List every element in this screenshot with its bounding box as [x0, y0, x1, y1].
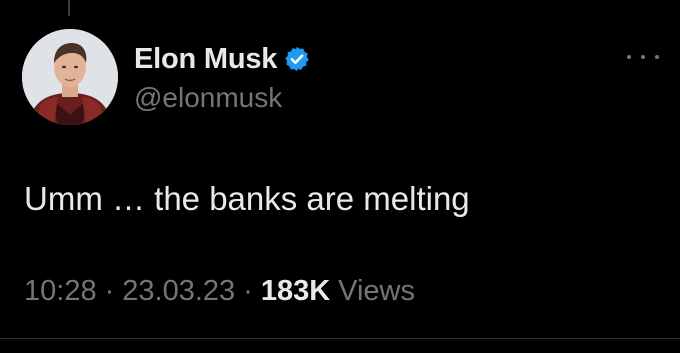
meta-separator: ·	[104, 275, 115, 307]
more-options-icon[interactable]	[627, 50, 659, 64]
author-display-name[interactable]: Elon Musk	[134, 43, 277, 76]
views-count[interactable]: 183K	[261, 275, 330, 308]
author-name-row: Elon Musk	[134, 40, 311, 78]
more-dot	[641, 55, 645, 59]
meta-separator: ·	[243, 275, 253, 307]
avatar-photo	[22, 29, 118, 125]
divider	[0, 338, 680, 339]
tweet-time[interactable]: 10:28	[24, 275, 97, 308]
views-label[interactable]: Views	[338, 275, 415, 308]
more-dot	[627, 55, 631, 59]
verified-badge-icon[interactable]	[283, 45, 311, 73]
tweet-date[interactable]: 23.03.23	[122, 275, 235, 308]
tweet-meta: 10:28 · 23.03.23 · 183K Views	[24, 275, 415, 308]
thread-connector-line	[68, 0, 70, 16]
more-dot	[655, 55, 659, 59]
avatar[interactable]	[22, 29, 118, 125]
tweet-text: Umm … the banks are melting	[24, 180, 470, 217]
author-handle[interactable]: @elonmusk	[134, 82, 282, 114]
